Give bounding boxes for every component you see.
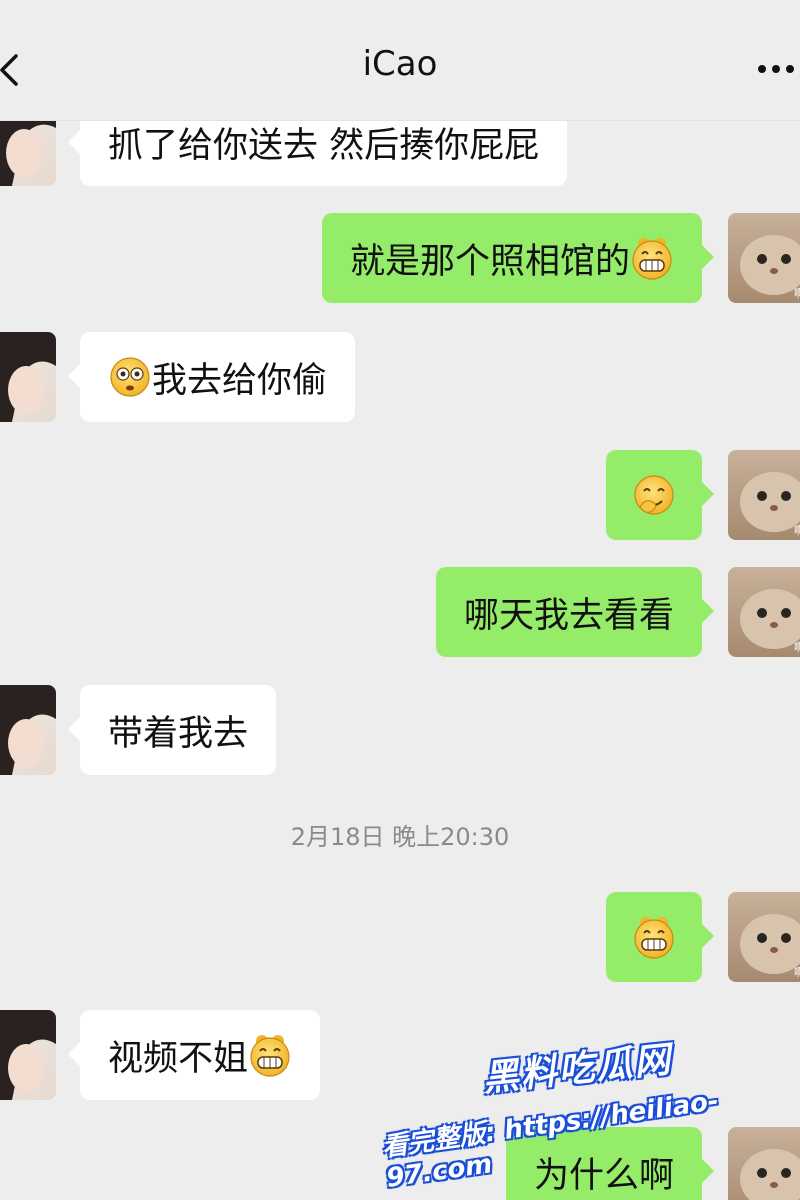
grin-emoji-icon <box>250 1035 290 1077</box>
message-bubble-outgoing[interactable]: 就是那个照相馆的 <box>321 213 715 303</box>
message-text: 带着我去 <box>108 713 249 754</box>
chat-title: iCao <box>362 44 438 84</box>
contact-avatar[interactable] <box>0 685 56 775</box>
avatar-caption: 啊? <box>794 287 800 300</box>
message-bubble-outgoing[interactable]: 哪天我去看看 <box>435 567 715 657</box>
self-avatar[interactable]: 啊? <box>728 567 800 657</box>
message-bubble-incoming[interactable]: 视频不姐 <box>67 1010 321 1100</box>
grin-emoji-icon <box>634 917 674 959</box>
message-text: 就是那个照相馆的 <box>349 241 630 282</box>
message-bubble-outgoing[interactable] <box>606 892 714 982</box>
contact-avatar[interactable] <box>0 1010 56 1100</box>
message-bubble-outgoing[interactable] <box>606 450 714 540</box>
message-text: 哪天我去看看 <box>463 595 674 636</box>
worried-emoji-icon <box>110 357 150 397</box>
avatar-caption: 啊? <box>794 524 800 537</box>
chat-timestamp: 2月18日 晚上20:30 <box>290 823 510 851</box>
facepalm-smile-emoji-icon <box>634 475 674 515</box>
self-avatar[interactable]: 啊? <box>728 213 800 303</box>
self-avatar[interactable]: 啊? <box>728 450 800 540</box>
message-bubble-incoming[interactable]: 我去给你偷 <box>67 332 356 422</box>
message-text: 视频不姐 <box>108 1038 249 1079</box>
self-avatar[interactable]: 啊? <box>728 892 800 982</box>
message-text: 抓了给你送去 然后揍你屁屁 <box>108 125 540 166</box>
message-bubble-incoming[interactable]: 带着我去 <box>67 685 277 775</box>
more-dots-icon[interactable] <box>754 62 798 76</box>
avatar-caption: 啊? <box>794 641 800 654</box>
top-bar: iCao <box>0 0 800 121</box>
avatar-caption: 啊? <box>794 966 800 979</box>
message-text: 我去给你偷 <box>152 360 328 401</box>
contact-avatar[interactable] <box>0 332 56 422</box>
grin-emoji-icon <box>632 238 672 280</box>
